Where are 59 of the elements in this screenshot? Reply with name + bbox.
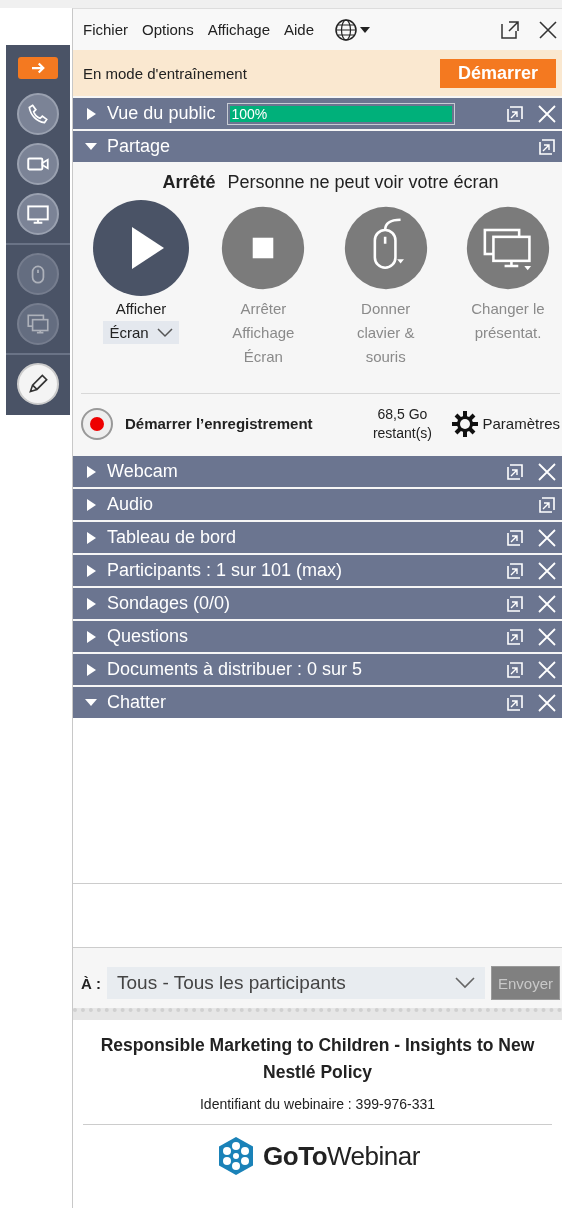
start-button[interactable]: Démarrer — [439, 58, 556, 88]
toolbar-button[interactable] — [17, 93, 59, 135]
expand-icon — [85, 106, 97, 121]
expand-icon — [85, 497, 97, 512]
progress-reading: 100% — [231, 105, 268, 122]
pane-title: Documents à distribuer : 0 sur 5 — [107, 659, 363, 680]
pane-title: Partage — [107, 136, 171, 157]
popout-icon[interactable] — [500, 19, 520, 40]
menu-item[interactable]: Affichage — [207, 21, 270, 38]
toolbar-button[interactable] — [17, 193, 59, 235]
recipient-label: À : — [81, 974, 101, 992]
pane-title: Audio — [107, 494, 154, 515]
chat-input[interactable] — [73, 884, 562, 948]
pane-title: Vue du public — [107, 103, 216, 124]
resize-grip[interactable] — [73, 1008, 562, 1020]
expand-icon — [85, 563, 97, 578]
storage-remaining: 68,5 Go restant(s) — [371, 404, 434, 443]
pane-title: Sondages (0/0) — [107, 593, 231, 614]
chevron-icon — [156, 327, 173, 338]
play-icon[interactable] — [92, 199, 190, 297]
product-logo: GoToWebinar — [263, 1140, 420, 1172]
menu-item[interactable]: Fichier — [83, 21, 128, 38]
chevron-icon — [454, 977, 475, 989]
toolbar-button[interactable] — [17, 143, 59, 185]
expand-icon — [85, 464, 97, 479]
language-menu[interactable] — [334, 17, 371, 42]
share-message: Personne ne peut voir votre écran — [227, 172, 499, 193]
record-label: Démarrer l’enregistrement — [125, 415, 313, 433]
expand-icon — [85, 596, 97, 611]
pane-header[interactable]: Partage — [73, 131, 562, 162]
action-label: Changer le présentat. — [470, 299, 546, 343]
share-target-dropdown[interactable]: Écran — [103, 321, 179, 344]
menu-item[interactable]: Options — [142, 21, 194, 38]
expand-icon — [85, 662, 97, 677]
pane-title: Participants : 1 sur 101 (max) — [107, 560, 343, 581]
pane-title: Questions — [107, 626, 189, 647]
share-status: Arrêté — [162, 172, 216, 193]
pane-title: Chatter — [107, 692, 167, 713]
close-icon[interactable] — [538, 19, 558, 40]
pane-title: Tableau de bord — [107, 527, 237, 548]
toolbar-button[interactable] — [17, 363, 59, 405]
globe-icon — [334, 17, 359, 42]
pane-title: Webcam — [107, 461, 178, 482]
banner-text: En mode d'entraînement — [83, 64, 247, 82]
action-label: Donner clavier & souris — [355, 299, 416, 367]
action-label: Arrêter Affichage Écran — [231, 299, 296, 367]
action-label: Afficher — [114, 299, 168, 319]
webinar-title: Responsible Marketing to Children - Insights to New Nestlé Policy — [99, 1034, 536, 1084]
record-button[interactable] — [81, 407, 113, 440]
webinar-id: Identifiant du webinaire : 399-976-331 — [199, 1096, 436, 1112]
phone-icon — [25, 101, 51, 127]
menu-item[interactable]: Aide — [284, 21, 315, 38]
gear-icon — [450, 408, 481, 439]
expand-icon — [85, 530, 97, 545]
expand-icon — [85, 629, 97, 644]
settings-button[interactable]: Paramètres — [450, 408, 560, 439]
caret-icon — [360, 26, 371, 33]
pane-header[interactable]: Audio — [73, 489, 562, 520]
recipient-dropdown[interactable]: Tous - Tous les participants — [107, 967, 485, 999]
